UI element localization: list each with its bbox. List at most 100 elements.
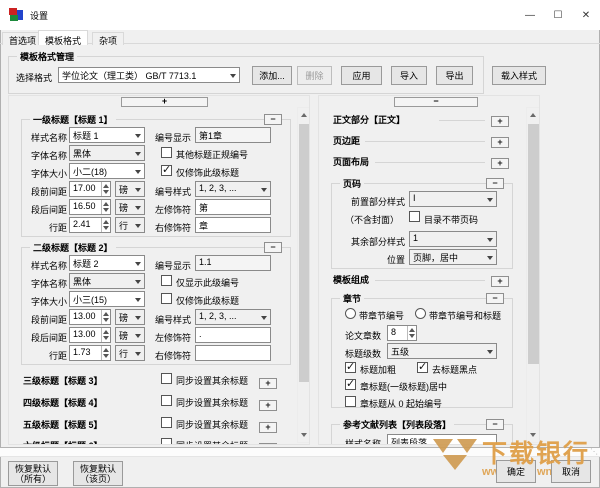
heading3-expand-button[interactable]: + (259, 378, 277, 389)
stepper-arrows-icon[interactable] (101, 182, 110, 196)
space-before-stepper[interactable]: 17.00 (69, 181, 111, 197)
font-size-select[interactable]: 小二(18) (69, 163, 145, 179)
body-text-expand-button[interactable]: + (491, 116, 509, 127)
left-decorator-value: . (199, 329, 202, 339)
ref-style-name-input[interactable]: 列表段落 (387, 434, 497, 444)
page-number-collapse-button[interactable]: − (486, 178, 504, 189)
space-after-stepper[interactable]: 13.00 (69, 327, 111, 343)
heading-levels-select[interactable]: 五级 (387, 343, 497, 359)
other-heading-number-checkbox[interactable] (161, 147, 172, 158)
sync-other-headings-checkbox[interactable] (161, 373, 172, 384)
scroll-down-icon[interactable] (298, 428, 309, 442)
space-before-unit-select[interactable]: 磅 (115, 309, 145, 325)
style-name-select[interactable]: 标题 1 (69, 127, 145, 143)
heading2-collapse-button[interactable]: − (264, 242, 282, 253)
space-after-unit-select[interactable]: 磅 (115, 199, 145, 215)
font-size-select[interactable]: 小三(15) (69, 291, 145, 307)
references-collapse-button[interactable]: − (486, 419, 504, 430)
tab-template-format[interactable]: 模板格式 (38, 30, 89, 46)
scrollbar-thumb[interactable] (299, 124, 309, 382)
load-style-button[interactable]: 载入样式 (492, 66, 546, 85)
right-collapse-all-button[interactable]: − (394, 97, 478, 107)
scroll-up-icon[interactable] (298, 108, 309, 122)
chapter-zero-start-checkbox[interactable] (345, 396, 356, 407)
stepper-arrows-icon[interactable] (101, 310, 110, 324)
stepper-arrows-icon[interactable] (101, 346, 110, 360)
sync-other-headings-checkbox[interactable] (161, 395, 172, 406)
cancel-button[interactable]: 取消 (551, 460, 591, 483)
export-button[interactable]: 导出 (436, 66, 473, 85)
decorate-only-checkbox[interactable] (161, 293, 172, 304)
font-size-value: 小三(15) (73, 295, 108, 305)
restore-default-page-button[interactable]: 恢复默认 （该页） (73, 461, 123, 486)
ok-button[interactable]: 确定 (496, 460, 536, 483)
format-manager-title: 模板格式管理 (17, 50, 78, 63)
sync-other-headings-checkbox[interactable] (161, 417, 172, 428)
right-decorator-input[interactable]: 章 (195, 217, 271, 233)
minimize-button[interactable]: — (516, 0, 544, 30)
scroll-down-icon[interactable] (527, 428, 539, 442)
right-panel-scrollbar[interactable] (526, 107, 539, 443)
stepper-arrows-icon[interactable] (101, 200, 110, 214)
heading4-expand-button[interactable]: + (259, 400, 277, 411)
tab-misc[interactable]: 杂项 (92, 32, 125, 46)
font-name-select[interactable]: 黑体 (69, 273, 145, 289)
space-before-unit-select[interactable]: 磅 (115, 181, 145, 197)
left-decorator-input[interactable]: . (195, 327, 271, 343)
apply-button[interactable]: 应用 (341, 66, 382, 85)
front-style-select[interactable]: I (409, 191, 497, 207)
heading1-collapse-button[interactable]: − (264, 114, 282, 125)
stepper-arrows-icon[interactable] (101, 218, 110, 232)
number-style-select[interactable]: 1, 2, 3, ... (195, 181, 271, 197)
heading-bold-checkbox[interactable] (345, 360, 356, 373)
scrollbar-thumb[interactable] (528, 124, 539, 364)
sync-other-headings-label: 同步设置其余标题 (176, 398, 249, 408)
template-composition-expand-button[interactable]: + (491, 276, 509, 287)
close-button[interactable]: ✕ (572, 0, 600, 30)
space-after-unit-select[interactable]: 磅 (115, 327, 145, 343)
page-layout-expand-button[interactable]: + (491, 158, 509, 169)
chapter-title-center-checkbox[interactable] (345, 377, 356, 390)
page-margin-expand-button[interactable]: + (491, 137, 509, 148)
line-spacing-stepper[interactable]: 1.73 (69, 345, 111, 361)
chapter-count-stepper[interactable]: 8 (387, 325, 417, 341)
decorate-only-checkbox[interactable] (161, 163, 172, 176)
add-button[interactable]: 添加... (252, 66, 292, 85)
sync-other-headings-label: 同步设置其余标题 (176, 376, 249, 386)
chapter-collapse-button[interactable]: − (486, 293, 504, 304)
style-name-select[interactable]: 标题 2 (69, 255, 145, 271)
line-spacing-unit-select[interactable]: 行 (115, 217, 145, 233)
chapter-number-title-radio[interactable] (415, 308, 426, 319)
scroll-up-icon[interactable] (527, 108, 539, 122)
font-name-select[interactable]: 黑体 (69, 145, 145, 161)
space-before-stepper[interactable]: 13.00 (69, 309, 111, 325)
heading-levels-label: 标题级数 (345, 349, 382, 359)
space-after-stepper[interactable]: 16.50 (69, 199, 111, 215)
restore-default-all-button[interactable]: 恢复默认 （所有） (8, 461, 58, 486)
number-style-select[interactable]: 1, 2, 3, ... (195, 309, 271, 325)
left-panel-scrollbar[interactable] (297, 107, 309, 443)
stepper-arrows-icon[interactable] (407, 326, 416, 340)
left-expand-all-button[interactable]: + (121, 97, 208, 107)
heading6-expand-button[interactable]: + (259, 443, 277, 444)
import-button[interactable]: 导入 (391, 66, 427, 85)
format-select[interactable]: 学位论文（理工类） GB/T 7713.1 (58, 67, 240, 83)
rest-style-select[interactable]: 1 (409, 231, 497, 247)
heading4-section-title: 四级标题【标题 4】 (23, 398, 103, 408)
left-decorator-input[interactable]: 第 (195, 199, 271, 215)
stepper-arrows-icon[interactable] (101, 328, 110, 342)
line-spacing-unit-select[interactable]: 行 (115, 345, 145, 361)
toc-no-pagenum-checkbox[interactable] (409, 211, 420, 222)
right-decorator-input[interactable] (195, 345, 271, 361)
chapter-number-radio[interactable] (345, 308, 356, 319)
line-spacing-stepper[interactable]: 2.41 (69, 217, 111, 233)
space-after-label: 段后间距 (30, 205, 67, 215)
resize-grip-icon[interactable]: ⋱ (590, 447, 598, 456)
position-select[interactable]: 页脚，居中 (409, 249, 497, 265)
remove-dot-checkbox[interactable] (417, 360, 428, 373)
tab-preferences[interactable]: 首选项 (2, 32, 44, 46)
sync-other-headings-checkbox[interactable] (161, 438, 172, 444)
heading5-expand-button[interactable]: + (259, 422, 277, 433)
maximize-button[interactable]: ☐ (544, 0, 572, 30)
show-only-level-checkbox[interactable] (161, 275, 172, 286)
